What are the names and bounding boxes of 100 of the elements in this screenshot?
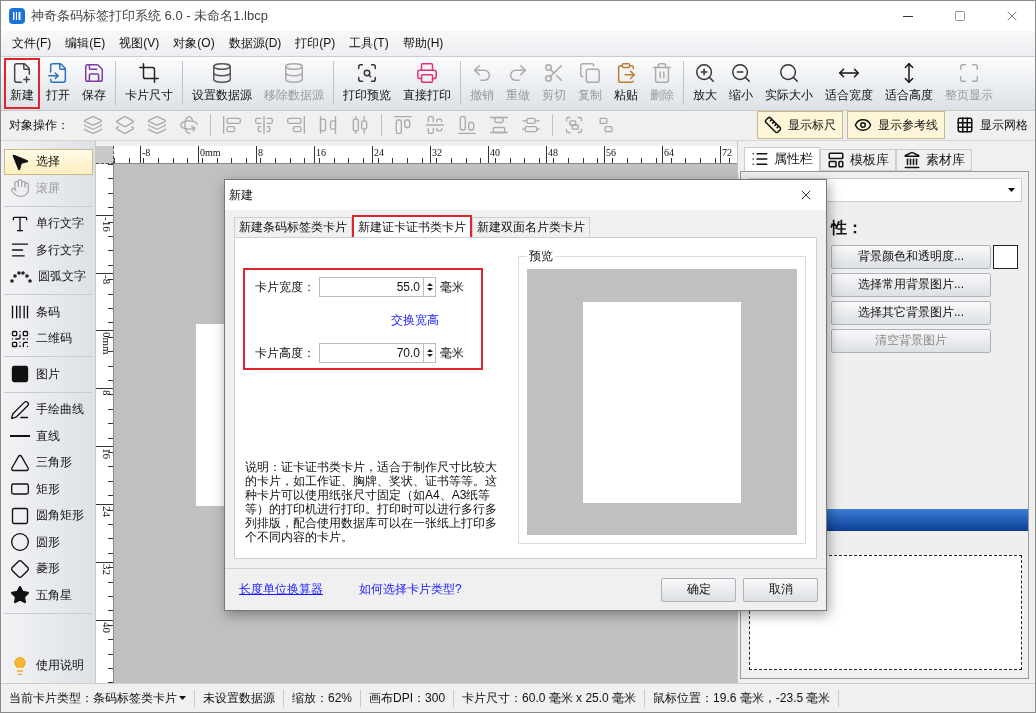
panel-button[interactable]: 背景颜色和透明度... bbox=[831, 244, 991, 269]
tool-item[interactable]: 单行文字 bbox=[4, 210, 93, 238]
spinner-button[interactable] bbox=[423, 277, 436, 297]
ruler-label: -8 bbox=[140, 145, 151, 163]
align-top-icon[interactable] bbox=[393, 115, 413, 136]
maximize-icon bbox=[954, 10, 966, 22]
panel-button[interactable]: 选择常用背景图片... bbox=[831, 272, 991, 297]
tool-item[interactable]: 矩形 bbox=[4, 476, 93, 503]
panel-tab[interactable]: 属性栏 bbox=[744, 146, 820, 171]
caret-down-icon bbox=[426, 288, 433, 291]
tool-item[interactable]: 手绘曲线 bbox=[4, 396, 93, 424]
trash-icon bbox=[651, 62, 673, 85]
tool-item[interactable]: 图片 bbox=[4, 361, 93, 388]
app-logo-icon bbox=[9, 8, 25, 24]
help-link[interactable]: 长度单位换算器 bbox=[239, 581, 323, 598]
tool-item[interactable]: 圆弧文字 bbox=[4, 263, 93, 291]
panel-tab[interactable]: 模板库 bbox=[820, 148, 896, 171]
qr-code-icon bbox=[10, 328, 30, 349]
menu-item[interactable]: 数据源(D) bbox=[221, 33, 289, 54]
align-bottom-icon[interactable] bbox=[457, 115, 477, 136]
toolbar-button[interactable]: 打开 bbox=[40, 57, 76, 109]
dialog-button[interactable]: 确定 bbox=[661, 577, 736, 602]
menu-item[interactable]: 打印(P) bbox=[288, 33, 343, 54]
toolbar-button[interactable]: 实际大小 bbox=[759, 57, 819, 109]
crop-icon bbox=[138, 62, 160, 85]
tool-item[interactable]: 多行文字 bbox=[4, 237, 93, 264]
distribute-icon[interactable] bbox=[350, 115, 370, 136]
picture-icon bbox=[10, 364, 30, 385]
swap-link[interactable]: 交换宽高 bbox=[391, 311, 439, 329]
spinner-button[interactable] bbox=[423, 343, 436, 363]
building-icon bbox=[903, 150, 921, 169]
number-field[interactable]: 55.0 bbox=[319, 277, 423, 297]
help-item[interactable]: 使用说明 bbox=[4, 652, 93, 680]
menu-item[interactable]: 帮助(H) bbox=[395, 33, 451, 54]
toolbar-button[interactable]: 适合高度 bbox=[879, 57, 939, 109]
toolbar-button[interactable]: 保存 bbox=[76, 57, 112, 109]
menu-item[interactable]: 视图(V) bbox=[112, 33, 167, 54]
toolbar-button[interactable]: 直接打印 bbox=[397, 57, 457, 109]
caret-up-icon bbox=[426, 349, 433, 352]
align-left-icon[interactable] bbox=[222, 115, 242, 136]
fullscreen-icon bbox=[958, 62, 980, 85]
file-plus-icon bbox=[11, 62, 33, 85]
align-center-icon[interactable] bbox=[254, 115, 274, 136]
toolbar-button[interactable]: 放大 bbox=[687, 57, 723, 109]
toolbar-button[interactable]: 粘贴 bbox=[608, 57, 644, 109]
tool-item[interactable]: 圆形 bbox=[4, 529, 93, 556]
spacing-icon[interactable] bbox=[318, 115, 338, 136]
card-type-dropdown[interactable]: 当前卡片类型：条码标签类卡片 bbox=[7, 689, 195, 707]
toolbar-button[interactable]: 新建 bbox=[4, 57, 40, 109]
ruler-label: 16 bbox=[314, 145, 326, 163]
toolbar-button[interactable]: 设置数据源 bbox=[186, 57, 258, 109]
toolbar-button[interactable]: 卡片尺寸 bbox=[119, 57, 179, 109]
zoom-in-icon bbox=[694, 62, 716, 85]
dialog-tab[interactable]: 新建条码标签类卡片 bbox=[234, 217, 352, 237]
tool-item[interactable]: 三角形 bbox=[4, 449, 93, 477]
database-icon bbox=[283, 62, 305, 85]
panel-tab[interactable]: 素材库 bbox=[896, 148, 972, 171]
menu-item[interactable]: 工具(T) bbox=[342, 33, 396, 54]
menu-item[interactable]: 编辑(E) bbox=[58, 33, 113, 54]
tool-item[interactable]: 圆角矩形 bbox=[4, 502, 93, 530]
tool-item[interactable]: 五角星 bbox=[4, 582, 93, 609]
color-swatch[interactable] bbox=[993, 244, 1018, 269]
toolbar-label: 对象操作： bbox=[9, 116, 69, 134]
tool-item[interactable]: 选择 bbox=[4, 148, 93, 176]
menu-item[interactable]: 对象(O) bbox=[166, 33, 222, 54]
tool-item[interactable]: 菱形 bbox=[4, 555, 93, 583]
toolbar-button[interactable]: 适合宽度 bbox=[819, 57, 879, 109]
hand-icon bbox=[10, 178, 30, 199]
status-text: 画布DPI：300 bbox=[361, 689, 455, 707]
dialog-button[interactable]: 取消 bbox=[743, 577, 818, 602]
group-icon[interactable] bbox=[564, 115, 584, 136]
minimize-icon bbox=[903, 15, 913, 17]
toolbar-button[interactable]: 打印预览 bbox=[337, 57, 397, 109]
tool-item[interactable]: 直线 bbox=[4, 423, 93, 450]
dialog-tab[interactable]: 新建证卡证书类卡片 bbox=[352, 215, 472, 237]
field-label: 卡片宽度： bbox=[255, 278, 315, 296]
dialog-title: 新建 bbox=[229, 186, 254, 204]
spacing-icon[interactable] bbox=[489, 115, 509, 136]
printer-icon bbox=[416, 62, 438, 85]
tool-item[interactable]: 二维码 bbox=[4, 325, 93, 353]
toggle-button[interactable]: 显示网格 bbox=[949, 111, 1035, 140]
pen-icon bbox=[10, 399, 30, 420]
status-text: 未设置数据源 bbox=[195, 689, 284, 707]
toolbar-button[interactable]: 缩小 bbox=[723, 57, 759, 109]
scissors-icon bbox=[543, 62, 565, 85]
panel-button[interactable]: 选择其它背景图片... bbox=[831, 300, 991, 325]
menu-item[interactable]: 文件(F) bbox=[5, 33, 59, 54]
toggle-button[interactable]: 显示参考线 bbox=[847, 111, 945, 140]
toggle-button[interactable]: 显示标尺 bbox=[757, 111, 843, 140]
align-right-icon[interactable] bbox=[286, 115, 306, 136]
diamond-icon bbox=[10, 558, 30, 579]
caret-down-icon bbox=[426, 354, 433, 357]
number-field[interactable]: 70.0 bbox=[319, 343, 423, 363]
align-middle-icon[interactable] bbox=[425, 115, 445, 136]
preview-label: 预览 bbox=[528, 248, 554, 265]
dialog-tab[interactable]: 新建双面名片类卡片 bbox=[472, 217, 590, 237]
tool-item[interactable]: 条码 bbox=[4, 299, 93, 326]
clipboard-icon bbox=[615, 62, 637, 85]
help-link[interactable]: 如何选择卡片类型? bbox=[359, 581, 462, 598]
copy-icon bbox=[579, 62, 601, 85]
